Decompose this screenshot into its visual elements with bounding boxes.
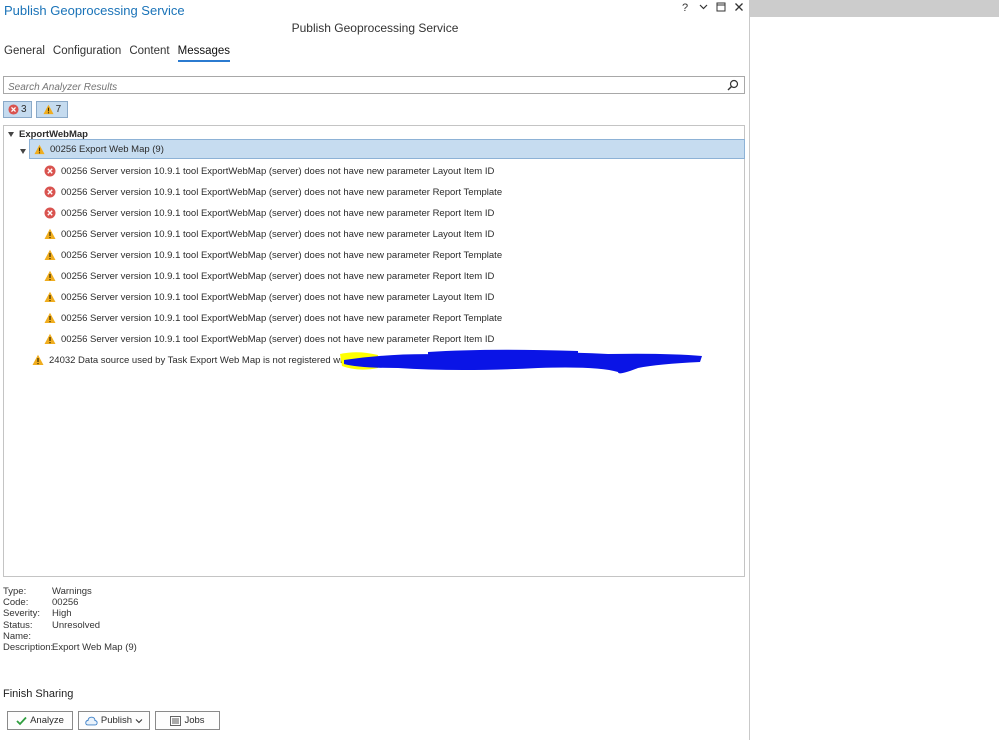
error-icon	[44, 207, 56, 219]
search-icon[interactable]	[727, 79, 739, 91]
warning-icon	[44, 249, 56, 260]
pane-heading: Publish Geoprocessing Service	[291, 21, 459, 35]
errors-filter-button[interactable]: 3	[3, 101, 32, 118]
analyzer-results-tree: ExportWebMap 00256 Export Web Map (9) 00…	[3, 125, 745, 577]
message-row[interactable]: 00256 Server version 10.9.1 tool ExportW…	[44, 224, 494, 244]
warning-icon	[34, 144, 45, 154]
message-row[interactable]: 00256 Server version 10.9.1 tool ExportW…	[44, 245, 502, 265]
search-input[interactable]	[4, 79, 719, 96]
detail-row-code: Code: 00256	[3, 597, 137, 608]
analyze-button-label: Analyze	[30, 715, 64, 726]
warnings-filter-button[interactable]: 7	[35, 101, 69, 118]
message-text: 00256 Server version 10.9.1 tool ExportW…	[61, 291, 495, 303]
message-row[interactable]: 24032 Data source used by Task Export We…	[32, 350, 366, 370]
tab-configuration[interactable]: Configuration	[53, 45, 121, 62]
detail-value: Export Web Map (9)	[52, 641, 137, 653]
details-panel: Type: Warnings Code: 00256 Severity: Hig…	[3, 586, 137, 653]
jobs-button[interactable]: Jobs	[155, 711, 220, 730]
publish-button-label: Publish	[100, 715, 133, 726]
warning-icon	[32, 354, 44, 365]
warning-icon	[44, 270, 56, 281]
detail-row-name: Name:	[3, 631, 137, 642]
detail-value: High	[52, 608, 72, 620]
tree-group-label: 00256 Export Web Map (9)	[50, 143, 164, 155]
warning-icon	[43, 104, 54, 115]
tree-group-row[interactable]: 00256 Export Web Map (9)	[29, 139, 745, 159]
detail-key: Severity:	[3, 608, 40, 620]
detail-row-type: Type: Warnings	[3, 586, 137, 597]
publish-button[interactable]: Publish	[78, 711, 150, 730]
jobs-button-label: Jobs	[184, 715, 205, 726]
message-row[interactable]: 00256 Server version 10.9.1 tool ExportW…	[44, 182, 502, 202]
tab-content[interactable]: Content	[129, 45, 169, 62]
expand-caret-icon[interactable]	[8, 131, 14, 137]
help-icon[interactable]: ?	[679, 2, 691, 15]
message-text: 24032 Data source used by Task Export We…	[49, 354, 367, 366]
background-title-bar	[750, 0, 999, 17]
publish-pane: Publish Geoprocessing Service ? Publish …	[0, 0, 750, 740]
message-filters: 3 7	[3, 101, 69, 118]
detail-key: Name:	[3, 630, 31, 642]
detail-key: Description:	[3, 641, 54, 653]
background-area	[750, 0, 999, 740]
message-text: 00256 Server version 10.9.1 tool ExportW…	[61, 249, 503, 261]
error-icon	[44, 186, 56, 198]
finish-sharing-heading: Finish Sharing	[3, 688, 74, 700]
message-text: 00256 Server version 10.9.1 tool ExportW…	[61, 165, 495, 177]
detail-value: Unresolved	[52, 619, 101, 631]
detail-row-description: Description: Export Web Map (9)	[3, 642, 137, 653]
tree-group-caret[interactable]	[20, 141, 26, 161]
pane-controls: ?	[679, 2, 745, 15]
detail-value: 00256	[52, 597, 79, 609]
detail-row-severity: Severity: High	[3, 608, 137, 619]
message-row[interactable]: 00256 Server version 10.9.1 tool ExportW…	[44, 203, 494, 223]
message-text: 00256 Server version 10.9.1 tool ExportW…	[61, 207, 495, 219]
detail-key: Code:	[3, 597, 29, 609]
warning-icon	[44, 291, 56, 302]
detail-key: Type:	[3, 586, 27, 597]
tree-root-label: ExportWebMap	[19, 128, 88, 140]
expand-caret-icon[interactable]	[20, 148, 26, 154]
warning-icon	[44, 228, 56, 239]
message-row[interactable]: 00256 Server version 10.9.1 tool ExportW…	[44, 266, 494, 286]
chevron-down-icon[interactable]	[135, 717, 143, 725]
message-text: 00256 Server version 10.9.1 tool ExportW…	[61, 270, 495, 282]
message-text: 00256 Server version 10.9.1 tool ExportW…	[61, 312, 503, 324]
search-box	[3, 76, 745, 96]
action-buttons: Analyze Publish Jobs	[7, 711, 220, 730]
warnings-count: 7	[55, 104, 62, 115]
message-row[interactable]: 00256 Server version 10.9.1 tool ExportW…	[44, 287, 494, 307]
errors-count: 3	[21, 104, 27, 115]
checkmark-icon	[16, 716, 27, 725]
error-icon	[44, 165, 56, 177]
tab-messages[interactable]: Messages	[177, 45, 231, 62]
detail-value: Warnings	[52, 586, 92, 597]
message-text: 00256 Server version 10.9.1 tool ExportW…	[61, 186, 503, 198]
analyze-button[interactable]: Analyze	[7, 711, 73, 730]
error-icon	[8, 104, 19, 115]
jobs-list-icon	[170, 715, 182, 726]
message-row[interactable]: 00256 Server version 10.9.1 tool ExportW…	[44, 308, 502, 328]
tab-general[interactable]: General	[4, 45, 45, 62]
close-icon[interactable]	[733, 2, 745, 15]
auto-hide-icon[interactable]	[715, 2, 727, 15]
warning-icon	[44, 333, 56, 344]
cloud-upload-icon	[85, 716, 98, 725]
detail-key: Status:	[3, 619, 33, 631]
tab-bar: General Configuration Content Messages	[4, 45, 231, 62]
message-text: 00256 Server version 10.9.1 tool ExportW…	[61, 333, 495, 345]
detail-row-status: Status: Unresolved	[3, 620, 137, 631]
message-text: 00256 Server version 10.9.1 tool ExportW…	[61, 228, 495, 240]
pane-title: Publish Geoprocessing Service	[4, 3, 185, 18]
message-row[interactable]: 00256 Server version 10.9.1 tool ExportW…	[44, 161, 494, 181]
warning-icon	[44, 312, 56, 323]
options-dropdown-icon[interactable]	[697, 2, 709, 15]
redaction-scribble	[340, 349, 702, 374]
